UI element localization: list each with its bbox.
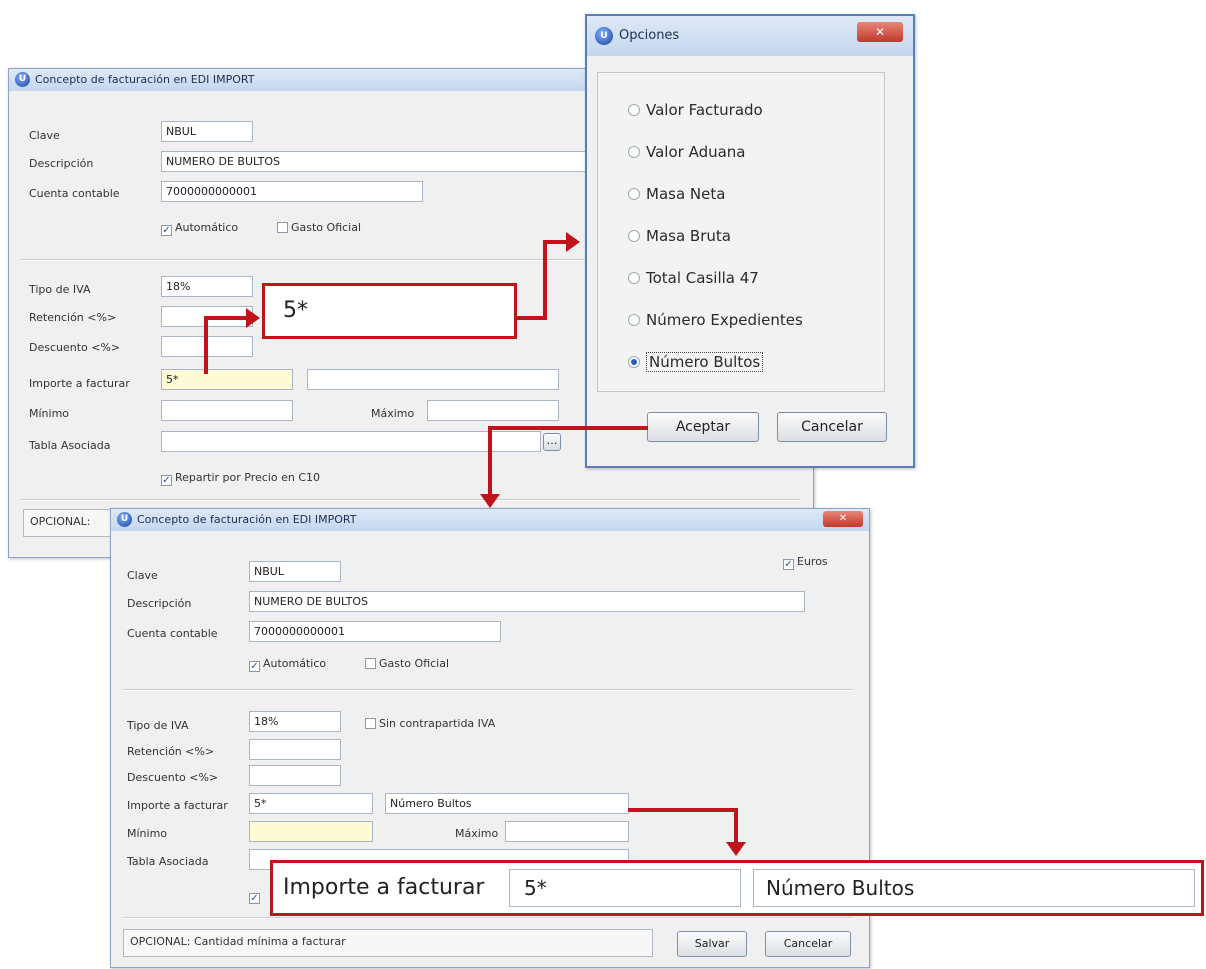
window-title: Concepto de facturación en EDI IMPORT xyxy=(137,513,357,526)
importe-label: Importe a facturar xyxy=(29,377,130,390)
option-valor-facturado[interactable]: Valor Facturado xyxy=(628,101,763,119)
salvar-button[interactable]: Salvar xyxy=(677,931,747,957)
maximo-label: Máximo xyxy=(455,827,499,840)
callout-desc-field: Número Bultos xyxy=(753,869,1195,907)
importe-label: Importe a facturar xyxy=(127,799,228,812)
status-message: OPCIONAL: Cantidad mínima a facturar xyxy=(123,929,653,957)
tipo-iva-label: Tipo de IVA xyxy=(29,283,91,296)
option-valor-aduana[interactable]: Valor Aduana xyxy=(628,143,746,161)
arrow-head-icon xyxy=(566,232,580,252)
minimo-field[interactable] xyxy=(161,400,293,421)
descripcion-field[interactable]: NUMERO DE BULTOS xyxy=(249,591,805,612)
arrow-connector xyxy=(488,426,492,496)
opciones-dialog: U Opciones ✕ Valor Facturado Valor Aduan… xyxy=(585,14,915,468)
sin-contrapartida-checkbox[interactable]: Sin contrapartida IVA xyxy=(365,717,495,730)
retencion-field[interactable] xyxy=(249,739,341,760)
app-icon: U xyxy=(117,512,132,527)
maximo-field[interactable] xyxy=(427,400,559,421)
arrow-connector xyxy=(543,240,547,320)
arrow-connector xyxy=(488,426,648,430)
option-total-casilla-47[interactable]: Total Casilla 47 xyxy=(628,269,759,287)
option-masa-neta[interactable]: Masa Neta xyxy=(628,185,725,203)
descuento-label: Descuento <%> xyxy=(127,771,219,784)
descuento-label: Descuento <%> xyxy=(29,341,121,354)
tabla-label: Tabla Asociada xyxy=(29,439,111,452)
arrow-head-icon xyxy=(726,842,746,856)
clave-field[interactable]: NBUL xyxy=(161,121,253,142)
browse-button[interactable]: … xyxy=(543,433,561,451)
arrow-head-icon xyxy=(480,494,500,508)
radio-selected-icon xyxy=(628,356,640,368)
retencion-label: Retención <%> xyxy=(127,745,215,758)
tipo-iva-label: Tipo de IVA xyxy=(127,719,189,732)
descuento-field[interactable] xyxy=(249,765,341,786)
dialog-title: Opciones xyxy=(619,28,680,43)
arrow-connector xyxy=(543,240,568,244)
automatico-checkbox[interactable]: ✓ Automático xyxy=(249,657,326,672)
arrow-connector xyxy=(204,316,248,320)
cuenta-label: Cuenta contable xyxy=(127,627,218,640)
gasto-oficial-checkbox[interactable]: Gasto Oficial xyxy=(365,657,449,670)
arrow-connector xyxy=(628,808,738,812)
tipo-iva-field[interactable]: 18% xyxy=(249,711,341,732)
automatico-checkbox[interactable]: ✓ Automático xyxy=(161,221,238,236)
option-numero-expedientes[interactable]: Número Expedientes xyxy=(628,311,803,329)
cuenta-label: Cuenta contable xyxy=(29,187,120,200)
descripcion-label: Descripción xyxy=(127,597,192,610)
dialog-title-bar[interactable]: U Opciones ✕ xyxy=(587,16,913,56)
callout-value-field: 5* xyxy=(509,869,741,907)
importe-desc-field[interactable] xyxy=(307,369,559,390)
divider xyxy=(123,689,853,691)
cuenta-field[interactable]: 7000000000001 xyxy=(249,621,501,642)
descripcion-field[interactable]: NUMERO DE BULTOS xyxy=(161,151,591,172)
callout-importe-row: Importe a facturar 5* Número Bultos xyxy=(270,860,1204,916)
check-icon: ✓ xyxy=(161,225,172,236)
gasto-oficial-checkbox[interactable]: Gasto Oficial xyxy=(277,221,361,234)
options-group: Valor Facturado Valor Aduana Masa Neta M… xyxy=(597,72,885,392)
clave-label: Clave xyxy=(127,569,158,582)
arrow-connector xyxy=(204,316,208,374)
cancelar-button[interactable]: Cancelar xyxy=(765,931,851,957)
option-masa-bruta[interactable]: Masa Bruta xyxy=(628,227,731,245)
minimo-field[interactable] xyxy=(249,821,373,842)
descripcion-label: Descripción xyxy=(29,157,94,170)
app-icon: U xyxy=(15,72,30,87)
importe-desc-field[interactable]: Número Bultos xyxy=(385,793,629,814)
retencion-label: Retención <%> xyxy=(29,311,117,324)
importe-field[interactable]: 5* xyxy=(161,369,293,390)
cuenta-field[interactable]: 7000000000001 xyxy=(161,181,423,202)
cancelar-button[interactable]: Cancelar xyxy=(777,412,887,442)
maximo-field[interactable] xyxy=(505,821,629,842)
tipo-iva-field[interactable]: 18% xyxy=(161,276,253,297)
repartir-checkbox[interactable]: ✓ Repartir por Precio en C10 xyxy=(161,471,320,486)
aceptar-button[interactable]: Aceptar xyxy=(647,412,759,442)
callout-importe-value: 5* xyxy=(262,283,517,339)
callout-label: Importe a facturar xyxy=(283,875,485,900)
window-title-bar[interactable]: U Concepto de facturación en EDI IMPORT … xyxy=(111,509,869,531)
maximo-label: Máximo xyxy=(371,407,415,420)
clave-label: Clave xyxy=(29,129,60,142)
window-title: Concepto de facturación en EDI IMPORT xyxy=(35,73,255,86)
close-button[interactable]: ✕ xyxy=(823,511,863,527)
clave-field[interactable]: NBUL xyxy=(249,561,341,582)
tabla-label: Tabla Asociada xyxy=(127,855,209,868)
radio-icon xyxy=(628,104,640,116)
close-button[interactable]: ✕ xyxy=(857,22,903,42)
arrow-connector xyxy=(734,808,738,844)
euros-checkbox[interactable]: ✓ Euros xyxy=(783,555,828,570)
arrow-head-icon xyxy=(246,308,260,328)
tabla-field[interactable] xyxy=(161,431,541,452)
app-icon: U xyxy=(595,27,613,45)
minimo-label: Mínimo xyxy=(29,407,70,420)
option-numero-bultos[interactable]: Número Bultos xyxy=(628,352,764,372)
importe-field[interactable]: 5* xyxy=(249,793,373,814)
repartir-checkbox[interactable]: ✓ xyxy=(249,889,263,904)
minimo-label: Mínimo xyxy=(127,827,168,840)
